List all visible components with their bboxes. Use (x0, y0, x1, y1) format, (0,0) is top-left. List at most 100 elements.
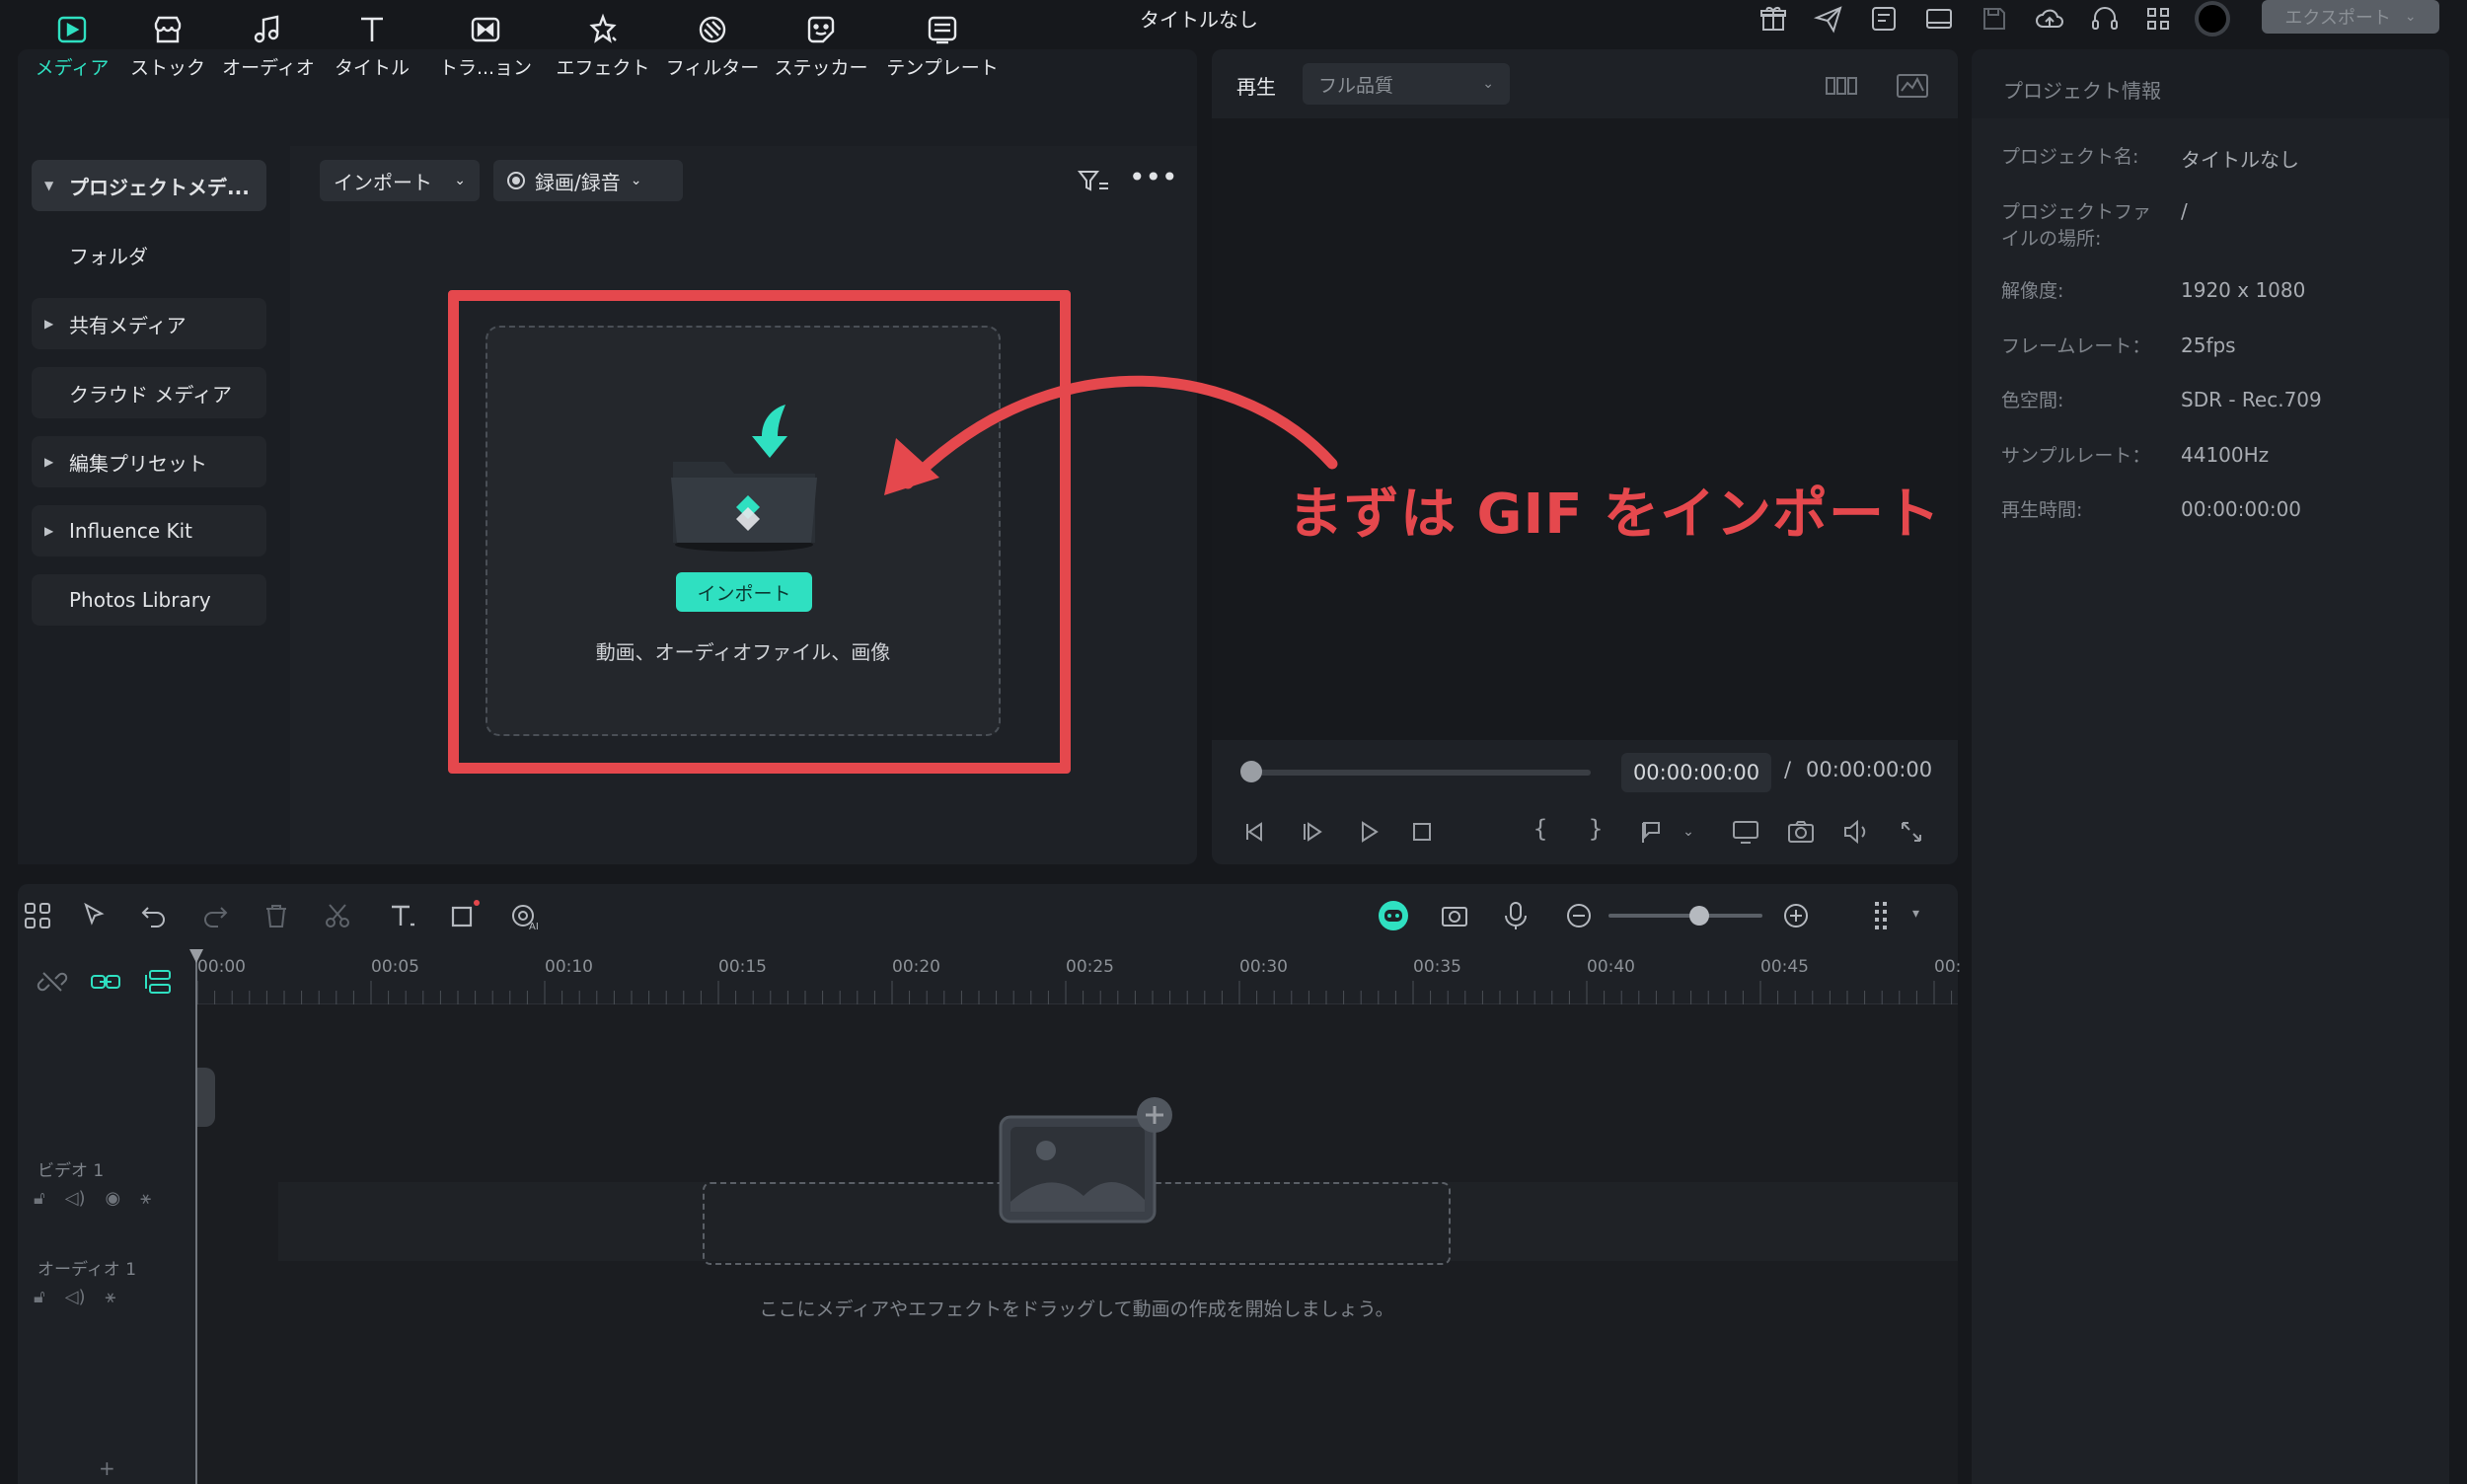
chevron-down-icon[interactable]: ⌄ (1672, 815, 1705, 849)
ruler-tick-label: 00:00 (197, 957, 246, 977)
next-frame-icon[interactable] (1297, 815, 1330, 849)
transition-icon (471, 17, 500, 42)
delete-icon[interactable] (259, 898, 294, 933)
tab-stock-label: ストック (129, 57, 205, 79)
apps-grid-icon[interactable] (2141, 2, 2175, 36)
tab-effects[interactable]: エフェクト (549, 10, 657, 95)
tab-media[interactable]: メディア (18, 10, 126, 95)
layout-icon[interactable] (1922, 2, 1956, 36)
tab-titles-label: タイトル (334, 57, 410, 79)
quality-dropdown[interactable]: フル品質 ⌄ (1303, 63, 1510, 105)
select-tool-icon[interactable] (77, 898, 112, 933)
annotation-text: まずは GIF をインポート (1288, 482, 1942, 547)
crop-tool-icon[interactable] (446, 898, 482, 933)
sidebar-item-cloud-media[interactable]: クラウド メディア (32, 367, 266, 418)
display-settings-icon[interactable] (1729, 815, 1762, 849)
gift-icon[interactable] (1757, 2, 1790, 36)
zoom-slider[interactable] (1608, 914, 1762, 918)
ai-tool-icon[interactable]: AI (507, 898, 543, 933)
zoom-out-icon[interactable] (1561, 898, 1597, 933)
zoom-in-icon[interactable] (1778, 898, 1814, 933)
account-avatar[interactable] (2195, 1, 2230, 37)
save-icon[interactable] (1978, 2, 2011, 36)
play-icon[interactable] (1352, 815, 1385, 849)
sidebar-item-influence-kit[interactable]: ▶ Influence Kit (32, 505, 266, 556)
chevron-down-icon: ⌄ (2404, 9, 2417, 25)
tab-stickers[interactable]: ステッカー (767, 10, 875, 95)
info-value-location: / (2181, 199, 2188, 223)
playhead[interactable] (195, 949, 197, 1484)
lock-icon[interactable]: 🔓︎ (34, 1188, 45, 1209)
mute-icon[interactable]: ◁) (65, 1287, 86, 1307)
magic-wand-icon[interactable]: ⚹ (140, 1188, 151, 1209)
tab-stock[interactable]: ストック (113, 10, 222, 95)
sidebar-item-edit-presets[interactable]: ▶ 編集プリセット (32, 436, 266, 487)
current-time[interactable]: 00:00:00:00 (1621, 753, 1771, 792)
headset-icon[interactable] (2088, 2, 2122, 36)
tab-audio[interactable]: オーディオ (214, 10, 323, 95)
record-dropdown[interactable]: 録画/録音 ⌄ (493, 160, 683, 201)
microphone-icon[interactable] (1498, 898, 1533, 933)
project-info-title: プロジェクト情報 (2003, 79, 2161, 103)
expand-arrow-icon: ▶ (44, 455, 54, 469)
previous-frame-icon[interactable] (1239, 815, 1273, 849)
magic-wand-icon[interactable]: ⚹ (106, 1287, 116, 1307)
info-value-samplerate: 44100Hz (2181, 443, 2270, 467)
layout-grid-icon[interactable] (20, 898, 55, 933)
tab-filters[interactable]: フィルター (658, 10, 767, 95)
eye-icon[interactable]: ◉ (106, 1188, 121, 1209)
marker-icon[interactable] (1634, 815, 1668, 849)
info-value-name: タイトルなし (2181, 148, 2299, 172)
filter-sort-icon[interactable] (1076, 164, 1111, 199)
fullscreen-icon[interactable] (1895, 815, 1928, 849)
tab-titles[interactable]: タイトル (318, 10, 426, 95)
sidebar-item-shared-media[interactable]: ▶ 共有メディア (32, 298, 266, 349)
lock-icon[interactable]: 🔓︎ (34, 1287, 45, 1307)
expand-arrow-icon: ▶ (44, 317, 54, 331)
chevron-down-icon[interactable]: ▾ (1912, 906, 1919, 922)
add-track-button[interactable]: + (99, 1456, 115, 1480)
collapse-handle[interactable] (195, 1068, 215, 1127)
unlink-icon[interactable] (36, 965, 69, 999)
zoom-slider-handle[interactable] (1689, 906, 1709, 926)
sidebar-item-photos-library[interactable]: Photos Library (32, 574, 266, 626)
grid-view-icon[interactable] (1824, 69, 1859, 103)
mark-out-icon[interactable]: } (1579, 815, 1612, 849)
tab-transitions[interactable]: トラ...ョン (431, 10, 540, 95)
stock-icon (154, 16, 182, 43)
link-icon[interactable] (89, 965, 122, 999)
more-options-icon[interactable]: ••• (1129, 164, 1178, 199)
import-dropdown-label: インポート (334, 170, 432, 194)
import-dropdown[interactable]: インポート ⌄ (320, 160, 480, 201)
mute-icon[interactable]: ◁) (65, 1188, 86, 1209)
cloud-upload-icon[interactable] (2033, 2, 2066, 36)
send-icon[interactable] (1812, 2, 1845, 36)
tab-effects-label: エフェクト (556, 57, 650, 79)
snapshot-camera-icon[interactable] (1784, 815, 1818, 849)
sidebar-item-folder[interactable]: フォルダ (32, 229, 266, 280)
timeline-settings-icon[interactable] (1867, 898, 1903, 933)
track-manager-icon[interactable] (142, 965, 176, 999)
checklist-icon[interactable] (1867, 2, 1901, 36)
stop-icon[interactable] (1405, 815, 1439, 849)
redo-icon[interactable] (197, 898, 233, 933)
volume-icon[interactable] (1839, 815, 1873, 849)
sidebar-item-label: Photos Library (69, 588, 211, 612)
info-label-name: プロジェクト名: (2001, 146, 2139, 168)
scissors-icon[interactable] (320, 898, 355, 933)
info-value-resolution: 1920 x 1080 (2181, 278, 2306, 302)
scrubber-handle[interactable] (1240, 761, 1262, 782)
track-name-audio-1: オーディオ 1 (37, 1260, 137, 1280)
tab-templates[interactable]: テンプレート (883, 10, 1002, 95)
undo-icon[interactable] (136, 898, 172, 933)
mark-in-icon[interactable]: { (1524, 815, 1557, 849)
camera-record-icon[interactable] (1437, 898, 1472, 933)
sidebar-item-project-media[interactable]: ▼ プロジェクトメデ... (32, 160, 266, 211)
sidebar-item-label: プロジェクトメデ... (69, 175, 250, 199)
info-value-duration: 00:00:00:00 (2181, 497, 2302, 521)
export-button[interactable]: エクスポート ⌄ (2262, 0, 2439, 34)
ai-assistant-icon[interactable] (1376, 898, 1411, 933)
playback-scrubber[interactable] (1251, 770, 1591, 776)
text-tool-icon[interactable] (385, 898, 420, 933)
waveform-monitor-icon[interactable] (1895, 69, 1930, 103)
